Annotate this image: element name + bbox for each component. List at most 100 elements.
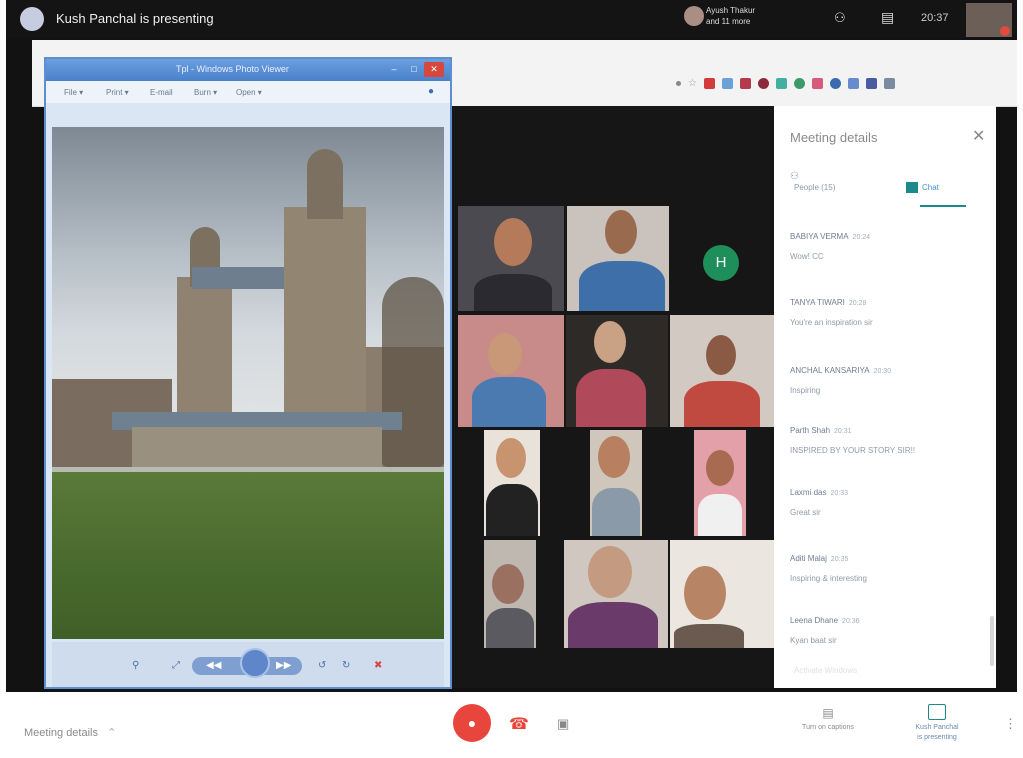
- message-sender: ANCHAL KANSARIYA: [790, 366, 870, 375]
- extension-icon[interactable]: [865, 78, 877, 89]
- participant-face: [492, 564, 524, 604]
- clock: 20:37: [921, 12, 949, 24]
- menu-open[interactable]: Open ▾: [236, 88, 262, 97]
- slideshow-button[interactable]: [240, 648, 270, 678]
- extension-icon[interactable]: [739, 78, 751, 89]
- next-icon[interactable]: ▶▶: [276, 660, 291, 671]
- end-call-button[interactable]: ☎: [506, 714, 532, 733]
- chat-message: ANCHAL KANSARIYA 20:30 Inspiring: [790, 360, 990, 395]
- participant-torso: [486, 484, 538, 536]
- participant-face: [706, 450, 734, 486]
- captions-button[interactable]: ▤ Turn on captions: [800, 706, 856, 731]
- dot-icon[interactable]: [676, 81, 681, 86]
- more-options-icon[interactable]: ⋮: [1004, 716, 1017, 732]
- actual-size-icon[interactable]: ⤢: [172, 660, 180, 671]
- extension-icon[interactable]: [775, 78, 787, 89]
- close-icon[interactable]: ✕: [972, 126, 985, 146]
- photo-tree: [382, 277, 444, 467]
- message-sender: BABIYA VERMA: [790, 232, 849, 241]
- minimize-button[interactable]: –: [384, 62, 404, 77]
- delete-icon[interactable]: ✖: [374, 660, 382, 671]
- participant-tile[interactable]: [458, 315, 564, 427]
- chat-message: Aditi Malaj 20:35 Inspiring & interesting: [790, 548, 990, 583]
- message-text: Inspiring: [790, 386, 821, 395]
- participant-tile[interactable]: [484, 540, 536, 648]
- viewer-title-bar: Tpl - Windows Photo Viewer – □ ✕: [46, 59, 450, 81]
- camera-icon: ▣: [557, 716, 570, 731]
- star-icon[interactable]: ☆: [688, 78, 697, 89]
- participant-initial-avatar[interactable]: H: [703, 245, 739, 281]
- rotate-left-icon[interactable]: ↺: [318, 660, 326, 671]
- top-bar: Kush Panchal is presenting Ayush Thakur …: [6, 0, 1017, 38]
- participant-tile[interactable]: [670, 315, 774, 427]
- menu-email[interactable]: E-mail: [150, 88, 173, 97]
- extension-icon[interactable]: [757, 78, 769, 89]
- menu-print[interactable]: Print ▾: [106, 88, 129, 97]
- captions-icon: ▤: [822, 706, 834, 720]
- participant-tile[interactable]: [566, 315, 668, 427]
- message-time: 20:30: [873, 368, 892, 375]
- participant-torso: [576, 369, 646, 427]
- extension-icon[interactable]: [721, 78, 733, 89]
- chat-scrollbar[interactable]: [990, 616, 994, 666]
- participant-tile[interactable]: [567, 206, 669, 311]
- notification-badge: [1000, 26, 1010, 36]
- participant-count: and 11 more: [706, 17, 751, 26]
- microphone-off-icon: ●: [467, 715, 477, 731]
- participant-tile[interactable]: [564, 540, 668, 648]
- meeting-details-button[interactable]: Meeting details ⌃: [24, 726, 116, 739]
- message-sender: Aditi Malaj: [790, 554, 827, 563]
- people-icon[interactable]: ⚇: [834, 10, 852, 26]
- participant-tile[interactable]: [458, 206, 564, 311]
- participants-summary[interactable]: Ayush Thakur and 11 more: [684, 5, 755, 27]
- extension-icon[interactable]: [811, 78, 823, 89]
- message-time: 20:33: [830, 490, 848, 497]
- tab-people[interactable]: ⚇ People (15): [790, 171, 835, 192]
- presenting-name: Kush Panchal: [915, 724, 959, 731]
- tab-chat[interactable]: Chat: [906, 182, 939, 193]
- rotate-right-icon[interactable]: ↻: [342, 660, 350, 671]
- extension-icon[interactable]: [703, 78, 715, 89]
- participant-torso: [698, 494, 742, 536]
- presenting-button[interactable]: Kush Panchal is presenting: [905, 704, 969, 743]
- browser-extension-bar: ☆: [676, 78, 895, 89]
- menu-burn[interactable]: Burn ▾: [194, 88, 217, 97]
- viewer-menu-bar: File ▾ Print ▾ E-mail Burn ▾ Open ▾ ●: [46, 81, 450, 103]
- participant-face: [598, 436, 630, 478]
- zoom-icon[interactable]: ⚲: [132, 660, 139, 671]
- maximize-button[interactable]: □: [404, 62, 424, 77]
- captions-label: Turn on captions: [802, 724, 854, 731]
- camera-button[interactable]: ▣: [557, 716, 575, 732]
- message-text: You're an inspiration sir: [790, 318, 873, 327]
- participant-torso: [592, 488, 640, 536]
- participant-tile[interactable]: [484, 430, 540, 536]
- extension-icon[interactable]: [829, 78, 841, 89]
- viewer-title: Tpl - Windows Photo Viewer: [176, 64, 289, 74]
- photo-grass: [52, 472, 444, 639]
- message-sender: TANYA TIWARI: [790, 298, 845, 307]
- message-time: 20:28: [848, 300, 867, 307]
- chat-icon[interactable]: ▤: [881, 9, 894, 26]
- extension-icon[interactable]: [793, 78, 805, 89]
- help-icon[interactable]: ●: [428, 86, 434, 97]
- microphone-off-button[interactable]: ●: [453, 704, 491, 742]
- close-button[interactable]: ✕: [424, 62, 444, 77]
- chat-message: Leena Dhane 20:36 Kyan baat sir: [790, 610, 990, 645]
- participant-face: [494, 218, 532, 266]
- photo-tower-right-spire: [307, 149, 343, 219]
- participant-tile[interactable]: [670, 540, 774, 648]
- menu-file[interactable]: File ▾: [64, 88, 83, 97]
- participant-torso: [568, 602, 658, 648]
- participant-face: [706, 335, 736, 375]
- chat-message: Parth Shah 20:31 INSPIRED BY YOUR STORY S…: [790, 420, 990, 455]
- participant-tile[interactable]: [694, 430, 746, 536]
- message-sender: Leena Dhane: [790, 616, 839, 625]
- present-screen-icon: [928, 704, 946, 720]
- extension-icon[interactable]: [847, 78, 859, 89]
- participant-tile[interactable]: [590, 430, 642, 536]
- extension-icon[interactable]: [883, 78, 895, 89]
- previous-icon[interactable]: ◀◀: [206, 660, 221, 671]
- presenter-label: Kush Panchal is presenting: [56, 11, 214, 26]
- message-time: 20:31: [834, 428, 852, 435]
- message-text: INSPIRED BY YOUR STORY SIR!!: [790, 446, 916, 455]
